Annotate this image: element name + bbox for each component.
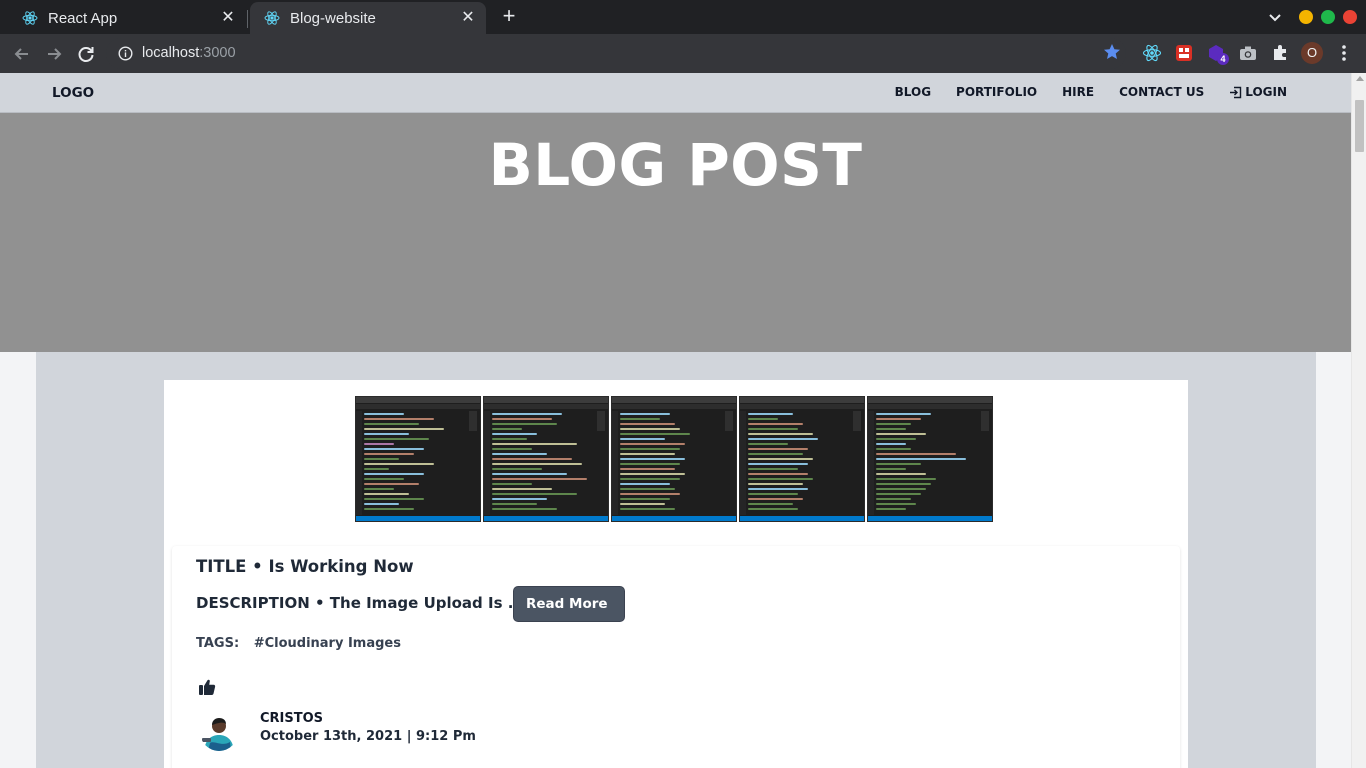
minimize-button[interactable]: [1299, 10, 1313, 24]
author-name: CRISTOS: [260, 711, 324, 726]
info-icon[interactable]: [118, 46, 133, 61]
more-vert-icon[interactable]: [1336, 42, 1352, 64]
login-icon: [1230, 86, 1242, 98]
post-title-label: TITLE •: [196, 557, 263, 576]
tab-react-app[interactable]: React App ✕: [8, 2, 246, 34]
puzzle-extensions-icon[interactable]: [1270, 43, 1290, 63]
address-bar[interactable]: localhost:3000: [106, 38, 1126, 69]
react-icon: [264, 11, 280, 25]
login-label: LOGIN: [1245, 85, 1287, 99]
tab-title: Blog-website: [290, 9, 376, 27]
tag-value[interactable]: #Cloudinary Images: [254, 636, 401, 651]
post-description: DESCRIPTION • The Image Upload Is ....: [196, 594, 531, 612]
extension-red-icon[interactable]: [1174, 43, 1194, 63]
browser-toolbar: localhost:3000 4 O: [0, 34, 1366, 73]
post-title-value: Is Working Now: [268, 557, 414, 576]
extension-purple-icon[interactable]: 4: [1206, 43, 1229, 65]
post-title: TITLE • Is Working Now: [196, 557, 414, 576]
page-scrollbar[interactable]: [1351, 73, 1366, 768]
read-more-button[interactable]: Read More: [513, 586, 625, 622]
hero-banner: BLOG POST: [0, 113, 1351, 352]
page-title: BLOG POST: [488, 131, 863, 199]
tags-label: TAGS:: [196, 636, 240, 651]
browser-tab-bar: React App ✕ Blog-website ✕ +: [0, 0, 1366, 34]
site-navbar: LOGO BLOG PORTIFOLIO HIRE CONTACT US LOG…: [0, 73, 1351, 113]
nav-blog-link[interactable]: BLOG: [895, 85, 931, 99]
tab-blog-website[interactable]: Blog-website ✕: [250, 2, 486, 34]
post-image-gallery: [355, 396, 993, 524]
thumbs-up-icon[interactable]: [198, 678, 216, 696]
react-icon: [22, 11, 38, 25]
profile-avatar[interactable]: O: [1301, 42, 1323, 64]
author-avatar: [200, 713, 238, 751]
close-icon[interactable]: ✕: [220, 10, 236, 26]
post-description-value: The Image Upload Is ....: [329, 594, 531, 612]
close-window-button[interactable]: [1343, 10, 1357, 24]
chevron-down-icon[interactable]: [1266, 8, 1284, 26]
nav-login-link[interactable]: LOGIN: [1229, 85, 1287, 99]
camera-icon[interactable]: [1238, 43, 1258, 63]
maximize-button[interactable]: [1321, 10, 1335, 24]
tab-divider: [247, 10, 248, 28]
post-tags: TAGS: #Cloudinary Images: [196, 636, 401, 651]
extension-badge: 4: [1217, 53, 1229, 65]
post-image[interactable]: [611, 396, 737, 522]
post-date: October 13th, 2021 | 9:12 Pm: [260, 729, 476, 744]
scroll-up-arrow-icon[interactable]: [1356, 76, 1364, 81]
post-image[interactable]: [867, 396, 993, 522]
post-description-label: DESCRIPTION •: [196, 594, 325, 612]
post-image[interactable]: [739, 396, 865, 522]
nav-links: BLOG PORTIFOLIO HIRE CONTACT US LOGIN: [895, 85, 1287, 99]
blog-post-card: TITLE • Is Working Now DESCRIPTION • The…: [164, 380, 1188, 768]
post-image[interactable]: [483, 396, 609, 522]
bookmark-star-icon[interactable]: [1102, 42, 1122, 62]
site-logo[interactable]: LOGO: [52, 85, 94, 101]
react-devtools-icon[interactable]: [1142, 43, 1162, 63]
new-tab-button[interactable]: +: [498, 5, 520, 27]
forward-arrow-icon[interactable]: [43, 43, 65, 65]
reload-icon[interactable]: [75, 43, 97, 65]
page-viewport: LOGO BLOG PORTIFOLIO HIRE CONTACT US LOG…: [0, 73, 1366, 768]
nav-portfolio-link[interactable]: PORTIFOLIO: [956, 85, 1037, 99]
url-text: localhost:3000: [142, 45, 236, 61]
tab-title: React App: [48, 9, 118, 27]
back-arrow-icon[interactable]: [11, 43, 33, 65]
scrollbar-thumb[interactable]: [1355, 100, 1364, 152]
close-icon[interactable]: ✕: [460, 10, 476, 26]
nav-contact-link[interactable]: CONTACT US: [1119, 85, 1204, 99]
post-image[interactable]: [355, 396, 481, 522]
nav-hire-link[interactable]: HIRE: [1062, 85, 1094, 99]
